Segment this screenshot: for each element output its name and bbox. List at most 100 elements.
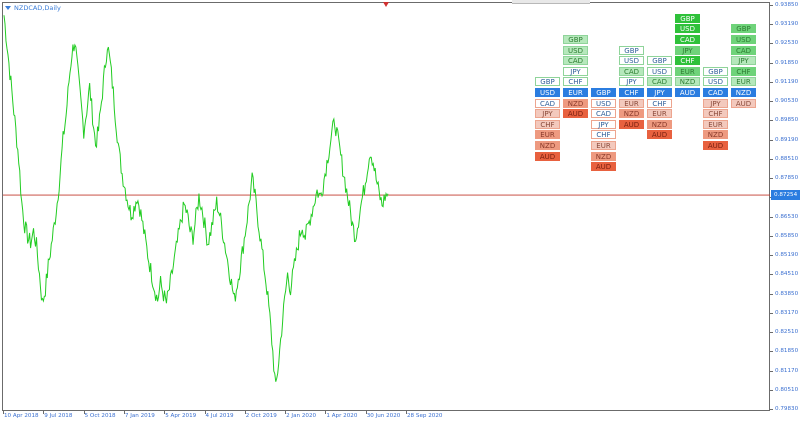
time-axis-label: 9 Jul 2018 <box>44 413 73 419</box>
strength-cell-stronger: USD <box>647 66 672 76</box>
strength-cell-weaker: CAD <box>535 98 560 108</box>
strength-cell-stronger: GBP <box>535 77 560 87</box>
strength-cell-stronger: CAD <box>647 77 672 87</box>
strength-cell-stronger: GBP <box>675 13 700 23</box>
strength-cell-stronger: EUR <box>675 66 700 76</box>
strength-cell-stronger: JPY <box>619 77 644 87</box>
strength-cell-weaker: NZD <box>703 130 728 140</box>
strength-cell-weaker: JPY <box>535 109 560 119</box>
tooltip-edge <box>512 0 590 4</box>
strength-cell-stronger: JPY <box>563 66 588 76</box>
price-axis-tick <box>770 24 773 26</box>
strength-base-currency: NZD <box>731 88 756 97</box>
price-axis-tick <box>770 409 773 410</box>
strength-base-currency: GBP <box>591 88 616 97</box>
time-axis-label: 1 Apr 2020 <box>326 413 358 419</box>
price-series-line <box>3 15 389 382</box>
price-axis-tick <box>770 62 773 64</box>
strength-cell-weaker: CHF <box>647 98 672 108</box>
strength-cell-stronger: NZD <box>675 77 700 87</box>
shift-marker-icon[interactable] <box>383 2 389 7</box>
time-axis-label: 4 Jul 2019 <box>205 413 234 419</box>
strength-cell-stronger: EUR <box>731 77 756 87</box>
strength-cell-weaker: EUR <box>647 109 672 119</box>
price-axis-tick <box>770 235 773 237</box>
price-axis-label: 0.92530 <box>775 40 799 47</box>
price-axis-tick <box>770 5 773 6</box>
price-axis-tick <box>770 101 773 103</box>
strength-cell-weaker: AUD <box>563 109 588 119</box>
strength-base-currency: AUD <box>675 88 700 97</box>
strength-cell-weaker: AUD <box>535 151 560 161</box>
strength-cell-weaker: AUD <box>703 141 728 150</box>
strength-cell-weaker: CAD <box>591 109 616 119</box>
price-axis-label: 0.93190 <box>775 21 799 28</box>
chart-title[interactable]: NZDCAD,Daily <box>5 4 61 12</box>
price-axis-tick <box>770 274 773 276</box>
strength-cell-weaker: NZD <box>619 109 644 119</box>
price-axis-label: 0.86530 <box>775 213 799 220</box>
price-axis-tick <box>770 178 773 180</box>
price-axis-tick <box>770 158 773 160</box>
strength-cell-weaker: NZD <box>647 119 672 129</box>
price-axis-label: 0.87850 <box>775 175 799 182</box>
time-axis-label: 10 Apr 2018 <box>4 413 39 419</box>
symbol-title-text: NZDCAD,Daily <box>14 4 61 12</box>
strength-cell-stronger: GBP <box>647 56 672 66</box>
price-axis-tick <box>770 351 773 353</box>
strength-base-currency: CHF <box>619 88 644 97</box>
strength-cell-stronger: GBP <box>731 24 756 34</box>
collapse-triangle-icon[interactable] <box>5 6 11 10</box>
price-axis-label: 0.85850 <box>775 232 799 239</box>
price-axis-tick <box>770 255 773 257</box>
strength-cell-stronger: CAD <box>731 45 756 55</box>
chart-window[interactable]: NZDCAD,Daily 0.93850 0.93190 0.92530 0.9185… <box>0 0 800 425</box>
time-axis-label: 5 Oct 2018 <box>84 413 116 419</box>
strength-cell-stronger: CHF <box>731 66 756 76</box>
strength-cell-stronger: CHF <box>563 77 588 87</box>
strength-base-currency: EUR <box>563 88 588 97</box>
strength-cell-weaker: EUR <box>535 130 560 140</box>
price-axis-label: 0.82510 <box>775 329 799 336</box>
price-axis-tick <box>770 139 773 141</box>
time-axis-label: 30 Jun 2020 <box>366 413 401 419</box>
price-axis-tick <box>770 216 773 218</box>
price-axis-tick <box>770 332 773 334</box>
time-axis-label: 2 Oct 2019 <box>245 413 277 419</box>
time-axis-label: 7 Jan 2019 <box>124 413 155 419</box>
price-axis-label: 0.85190 <box>775 252 799 259</box>
strength-cell-weaker: AUD <box>731 98 756 108</box>
price-axis-label: 0.89850 <box>775 117 799 124</box>
price-axis-tick <box>770 389 773 391</box>
strength-cell-weaker: AUD <box>591 162 616 172</box>
price-axis-label: 0.80510 <box>775 386 799 393</box>
strength-cell-stronger: GBP <box>703 66 728 76</box>
strength-cell-weaker: JPY <box>703 98 728 108</box>
strength-base-currency: USD <box>535 88 560 97</box>
strength-base-currency: JPY <box>647 88 672 97</box>
price-axis-label: 0.81170 <box>775 367 799 374</box>
strength-cell-weaker: NZD <box>535 141 560 150</box>
strength-cell-weaker: CHF <box>703 109 728 119</box>
time-axis-label: 2 Jan 2020 <box>286 413 317 419</box>
price-axis-tick <box>770 293 773 295</box>
strength-cell-stronger: GBP <box>619 45 644 55</box>
time-axis-label: 5 Apr 2019 <box>165 413 197 419</box>
price-axis-tick <box>770 43 773 45</box>
strength-cell-stronger: CHF <box>675 56 700 66</box>
price-axis-label: 0.79830 <box>775 406 799 412</box>
strength-cell-weaker: EUR <box>591 141 616 150</box>
strength-cell-weaker: EUR <box>703 119 728 129</box>
strength-cell-weaker: CHF <box>591 130 616 140</box>
price-axis-tick <box>770 120 773 122</box>
strength-cell-stronger: USD <box>563 45 588 55</box>
price-axis-label: 0.83170 <box>775 309 799 316</box>
strength-cell-weaker: JPY <box>591 119 616 129</box>
time-axis-label: 28 Sep 2020 <box>407 413 443 419</box>
strength-cell-stronger: JPY <box>731 56 756 66</box>
strength-cell-stronger: USD <box>703 77 728 87</box>
price-axis-label: 0.91190 <box>775 78 799 85</box>
strength-cell-stronger: CAD <box>619 66 644 76</box>
strength-cell-weaker: CHF <box>535 119 560 129</box>
strength-cell-stronger: CAD <box>563 56 588 66</box>
